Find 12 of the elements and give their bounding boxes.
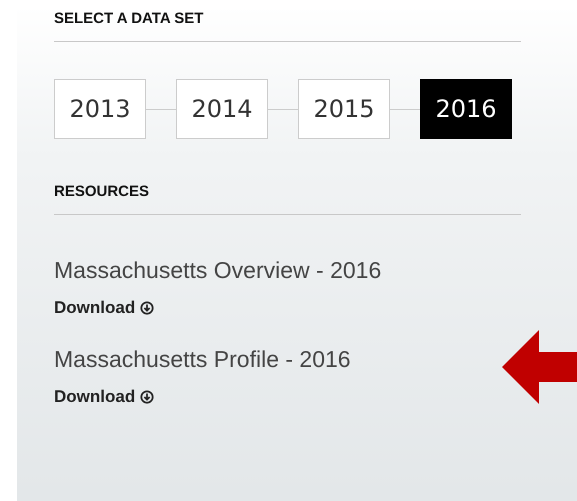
year-tab[interactable]: 2014 [176, 79, 268, 139]
year-tab[interactable]: 2013 [54, 79, 146, 139]
year-tab[interactable]: 2016 [420, 79, 512, 139]
resource-title: Massachusetts Overview - 2016 [54, 257, 382, 284]
year-tab[interactable]: 2015 [298, 79, 390, 139]
section-heading: SELECT A DATA SET [54, 10, 204, 27]
download-link[interactable]: Download [54, 387, 154, 407]
section-heading: RESOURCES [54, 183, 150, 200]
download-link[interactable]: Download [54, 298, 154, 318]
download-icon [140, 390, 154, 404]
download-icon [140, 301, 154, 315]
resource-title: Massachusetts Profile - 2016 [54, 346, 352, 373]
